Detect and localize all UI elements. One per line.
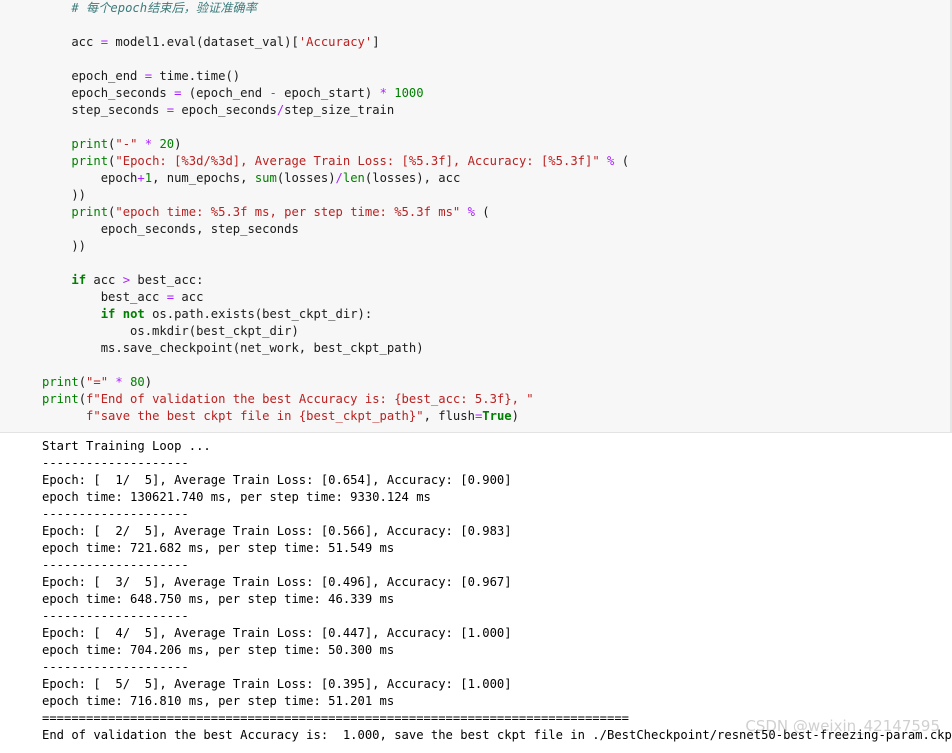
code-line: acc = model1.eval(dataset_val)['Accuracy… bbox=[42, 35, 380, 49]
output-line: -------------------- bbox=[42, 609, 189, 623]
code-line: ms.save_checkpoint(net_work, best_ckpt_p… bbox=[42, 341, 424, 355]
output-line: Epoch: [ 3/ 5], Average Train Loss: [0.4… bbox=[42, 575, 512, 589]
code-line: )) bbox=[42, 188, 87, 202]
output-line: epoch time: 704.206 ms, per step time: 5… bbox=[42, 643, 395, 657]
cell-output: Start Training Loop ... -----------------… bbox=[42, 438, 952, 744]
output-line: epoch time: 130621.740 ms, per step time… bbox=[42, 490, 431, 504]
output-line: Epoch: [ 4/ 5], Average Train Loss: [0.4… bbox=[42, 626, 512, 640]
code-line: if acc > best_acc: bbox=[71, 273, 204, 287]
code-line: f"save the best ckpt file in {best_ckpt_… bbox=[86, 409, 519, 423]
code-line: print("=" * 80) bbox=[42, 375, 153, 389]
output-line: epoch time: 721.682 ms, per step time: 5… bbox=[42, 541, 395, 555]
code-line: os.mkdir(best_ckpt_dir) bbox=[42, 324, 299, 338]
output-line: -------------------- bbox=[42, 456, 189, 470]
code-line: epoch_seconds, step_seconds bbox=[42, 222, 299, 236]
code-line: best_acc = acc bbox=[42, 290, 204, 304]
code-cell-input[interactable]: # 每个epoch结束后，验证准确率 acc = model1.eval(dat… bbox=[0, 0, 952, 433]
watermark: CSDN @weixin_42147595 bbox=[745, 717, 940, 735]
code-line: # 每个epoch结束后，验证准确率 bbox=[42, 1, 257, 15]
output-line: -------------------- bbox=[42, 660, 189, 674]
output-line: -------------------- bbox=[42, 507, 189, 521]
code-line: step_seconds = epoch_seconds/step_size_t… bbox=[42, 103, 395, 117]
code-line: if not os.path.exists(best_ckpt_dir): bbox=[100, 307, 373, 321]
code-line: epoch_end = time.time() bbox=[42, 69, 241, 83]
output-line: epoch time: 648.750 ms, per step time: 4… bbox=[42, 592, 395, 606]
output-line: epoch time: 716.810 ms, per step time: 5… bbox=[42, 694, 395, 708]
output-line: -------------------- bbox=[42, 558, 189, 572]
code-editor[interactable]: # 每个epoch结束后，验证准确率 acc = model1.eval(dat… bbox=[42, 0, 629, 425]
code-line: print("Epoch: [%3d/%3d], Average Train L… bbox=[71, 154, 630, 168]
output-line: Epoch: [ 1/ 5], Average Train Loss: [0.6… bbox=[42, 473, 512, 487]
output-line: Epoch: [ 5/ 5], Average Train Loss: [0.3… bbox=[42, 677, 512, 691]
output-line: Epoch: [ 2/ 5], Average Train Loss: [0.5… bbox=[42, 524, 512, 538]
code-line: epoch+1, num_epochs, sum(losses)/len(los… bbox=[42, 171, 461, 185]
code-line: print("-" * 20) bbox=[71, 137, 182, 151]
code-line: print("epoch time: %5.3f ms, per step ti… bbox=[71, 205, 490, 219]
code-line: epoch_seconds = (epoch_end - epoch_start… bbox=[42, 86, 424, 100]
code-line: )) bbox=[42, 239, 87, 253]
output-line: Start Training Loop ... bbox=[42, 439, 211, 453]
code-line: print(f"End of validation the best Accur… bbox=[42, 392, 534, 406]
